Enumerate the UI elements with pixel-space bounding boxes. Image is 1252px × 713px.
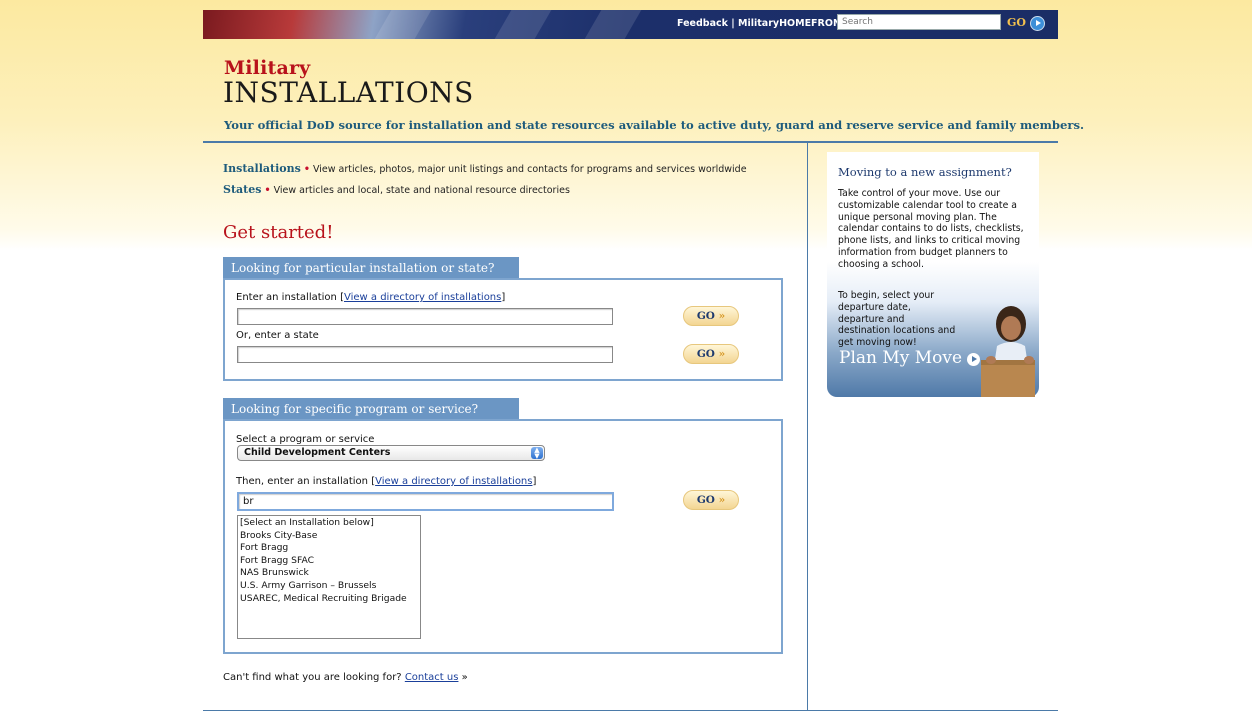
footer-divider	[203, 710, 1058, 711]
logo-installations[interactable]: INSTALLATIONS	[223, 76, 474, 109]
plan-my-move-link[interactable]: Plan My Move	[839, 348, 962, 368]
enter-installation-text: Enter an installation	[236, 292, 337, 303]
intro-states: States • View articles and local, state …	[223, 183, 570, 196]
get-started-heading: Get started!	[223, 222, 334, 243]
directory-link[interactable]: View a directory of installations	[344, 292, 501, 303]
select-arrows-icon: ▲ ▼	[531, 447, 543, 460]
state-go-button[interactable]: GO »	[683, 344, 739, 364]
states-description: View articles and local, state and natio…	[273, 185, 570, 196]
list-item[interactable]: NAS Brunswick	[240, 567, 418, 580]
then-installation-text: Then, enter an installation	[236, 476, 369, 487]
program-installation-input[interactable]	[237, 492, 614, 511]
go-label: GO	[696, 310, 715, 322]
panel-program-tab: Looking for specific program or service?	[223, 398, 519, 420]
double-arrow-icon: »	[718, 310, 726, 322]
promo-title: Moving to a new assignment?	[838, 165, 1012, 179]
flag-stripe	[584, 10, 642, 39]
go-label: GO	[696, 348, 715, 360]
bullet-icon: •	[264, 185, 271, 196]
page: Feedback | MilitaryHOMEFRONT | GO Milita…	[203, 0, 1084, 713]
bullet-icon: •	[303, 164, 310, 175]
installations-link[interactable]: Installations	[223, 162, 301, 175]
program-select-value: Child Development Centers	[244, 447, 391, 458]
list-item[interactable]: [Select an Installation below]	[240, 517, 418, 530]
flag-stripe	[494, 10, 552, 39]
panel-installation-tab: Looking for particular installation or s…	[223, 257, 519, 279]
list-item[interactable]: Fort Bragg	[240, 542, 418, 555]
list-item[interactable]: USAREC, Medical Recruiting Brigade	[240, 593, 418, 606]
top-links[interactable]: Feedback | MilitaryHOMEFRONT |	[677, 18, 854, 29]
list-item[interactable]: Fort Bragg SFAC	[240, 555, 418, 568]
program-select[interactable]: Child Development Centers ▲ ▼	[237, 445, 545, 461]
panel-program: Select a program or service Child Develo…	[223, 419, 783, 654]
list-item[interactable]: U.S. Army Garrison – Brussels	[240, 580, 418, 593]
flag-stripe	[374, 10, 432, 39]
list-item[interactable]: Brooks City-Base	[240, 530, 418, 543]
state-input[interactable]	[237, 346, 613, 363]
promo-text: Take control of your move. Use our custo…	[838, 188, 1024, 270]
header-divider	[203, 141, 1058, 143]
promo-text-secondary: To begin, select your departure date, de…	[838, 290, 956, 349]
contact-us-link[interactable]: Contact us	[405, 672, 459, 683]
panel-installation: Enter an installation [View a directory …	[223, 278, 783, 381]
intro-installations: Installations • View articles, photos, m…	[223, 162, 747, 175]
plan-my-move-promo[interactable]: Moving to a new assignment? Take control…	[827, 152, 1039, 397]
double-arrow-icon: »	[718, 494, 726, 506]
top-bar: Feedback | MilitaryHOMEFRONT | GO	[203, 10, 1058, 39]
installations-description: View articles, photos, major unit listin…	[312, 164, 747, 175]
enter-installation-label: Enter an installation [View a directory …	[236, 292, 506, 303]
installation-input[interactable]	[237, 308, 613, 325]
play-arrow-icon[interactable]	[1030, 16, 1045, 31]
cant-find-label: Can't find what you are looking for?	[223, 672, 402, 683]
play-arrow-icon[interactable]	[967, 353, 980, 366]
installation-go-button[interactable]: GO »	[683, 306, 739, 326]
tagline: Your official DoD source for installatio…	[224, 118, 1085, 132]
column-divider	[807, 143, 808, 711]
girl-with-box-image	[981, 306, 1035, 397]
search-go-button[interactable]: GO	[1007, 16, 1026, 29]
directory-link[interactable]: View a directory of installations	[375, 476, 532, 487]
double-arrow-icon: »	[718, 348, 726, 360]
go-label: GO	[696, 494, 715, 506]
cant-find-text: Can't find what you are looking for? Con…	[223, 672, 468, 683]
states-link[interactable]: States	[223, 183, 261, 196]
select-program-label: Select a program or service	[236, 434, 375, 445]
installation-suggestion-list[interactable]: [Select an Installation below] Brooks Ci…	[237, 515, 421, 639]
double-arrow-icon: »	[461, 672, 468, 683]
or-state-label: Or, enter a state	[236, 330, 319, 341]
then-installation-label: Then, enter an installation [View a dire…	[236, 476, 537, 487]
search-input[interactable]	[837, 14, 1001, 30]
program-go-button[interactable]: GO »	[683, 490, 739, 510]
